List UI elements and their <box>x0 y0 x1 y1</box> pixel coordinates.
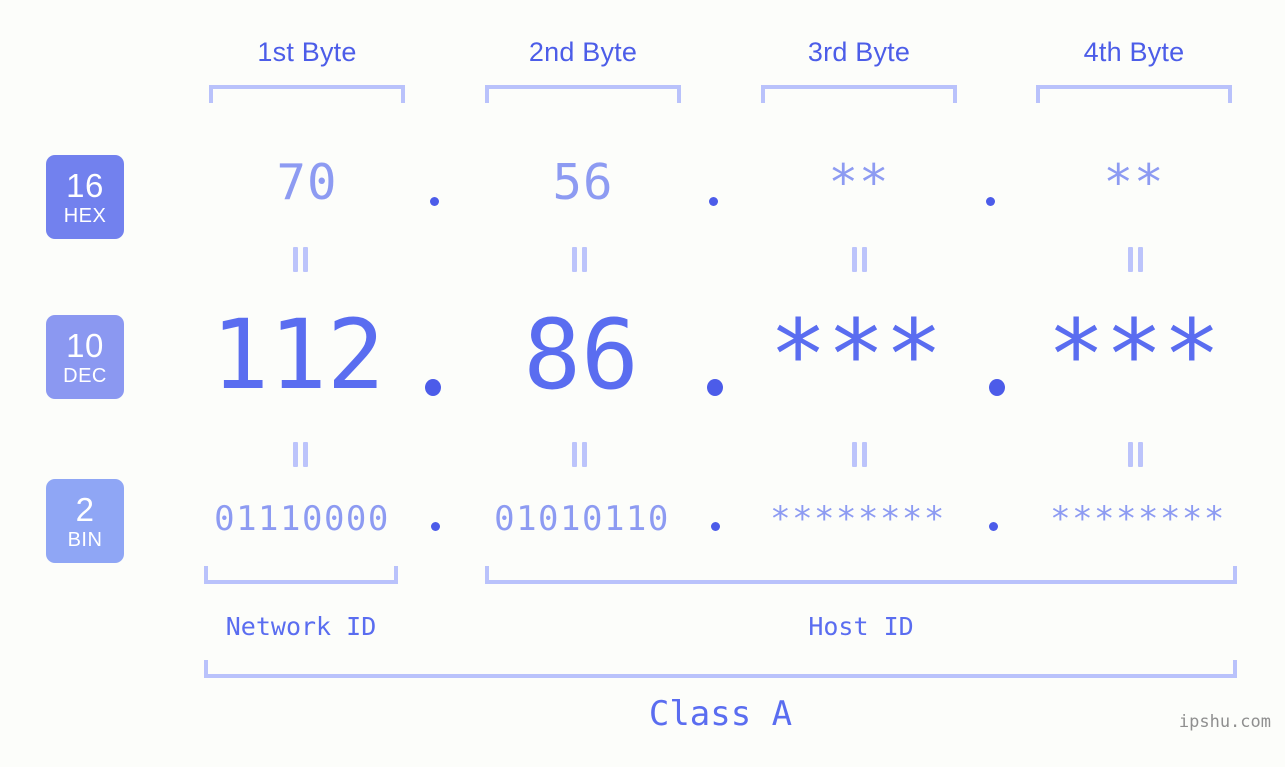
hex-byte-4: ** <box>1103 154 1165 211</box>
host-id-bracket <box>485 566 1237 584</box>
bin-separator-dot-2 <box>711 522 720 531</box>
bin-byte-4: ******** <box>1050 499 1226 539</box>
byte-header-3: 3rd Byte <box>807 37 911 67</box>
hex-byte-3: ** <box>828 154 890 211</box>
base-badge-bin: 2 BIN <box>46 479 124 563</box>
class-bracket <box>204 660 1237 678</box>
base-badge-bin-number: 2 <box>75 490 95 528</box>
bin-separator-dot-1 <box>431 522 440 531</box>
byte-bracket-4 <box>1036 85 1232 103</box>
equality-mark-dec-bin-4 <box>1127 442 1144 467</box>
equality-mark-dec-bin-3 <box>851 442 868 467</box>
byte-header-1: 1st Byte <box>257 37 357 67</box>
byte-header-2: 2nd Byte <box>528 37 638 67</box>
dec-separator-dot-1 <box>425 379 441 396</box>
network-id-bracket <box>204 566 398 584</box>
dec-separator-dot-3 <box>989 379 1005 396</box>
bin-byte-2: 01010110 <box>494 499 670 539</box>
dec-byte-2: 86 <box>523 299 639 411</box>
base-badge-hex-number: 16 <box>66 166 104 204</box>
byte-bracket-1 <box>209 85 405 103</box>
base-badge-dec-number: 10 <box>66 326 104 364</box>
byte-bracket-3 <box>761 85 957 103</box>
dec-byte-3: *** <box>769 299 943 411</box>
hex-separator-dot-2 <box>709 197 718 206</box>
equality-mark-dec-bin-2 <box>571 442 588 467</box>
equality-mark-hex-dec-2 <box>571 247 588 272</box>
equality-mark-hex-dec-4 <box>1127 247 1144 272</box>
dec-separator-dot-2 <box>707 379 723 396</box>
bin-byte-3: ******** <box>770 499 946 539</box>
network-id-label: Network ID <box>225 612 377 641</box>
dec-byte-4: *** <box>1047 299 1221 411</box>
equality-mark-dec-bin-1 <box>292 442 309 467</box>
hex-byte-1: 70 <box>276 154 338 211</box>
bin-byte-1: 01110000 <box>214 499 390 539</box>
equality-mark-hex-dec-3 <box>851 247 868 272</box>
ip-address-breakdown-diagram: 1st Byte 2nd Byte 3rd Byte 4th Byte 16 H… <box>0 0 1285 767</box>
base-badge-dec: 10 DEC <box>46 315 124 399</box>
hex-separator-dot-3 <box>986 197 995 206</box>
class-label: Class A <box>648 694 793 734</box>
base-badge-dec-label: DEC <box>63 364 107 387</box>
site-watermark: ipshu.com <box>1178 712 1271 732</box>
equality-mark-hex-dec-1 <box>292 247 309 272</box>
byte-header-4: 4th Byte <box>1083 37 1185 67</box>
bin-separator-dot-3 <box>989 522 998 531</box>
base-badge-hex-label: HEX <box>63 204 107 227</box>
byte-bracket-2 <box>485 85 681 103</box>
host-id-label: Host ID <box>808 612 914 641</box>
hex-byte-2: 56 <box>552 154 614 211</box>
base-badge-hex: 16 HEX <box>46 155 124 239</box>
base-badge-bin-label: BIN <box>67 528 103 551</box>
dec-byte-1: 112 <box>211 299 385 411</box>
hex-separator-dot-1 <box>430 197 439 206</box>
